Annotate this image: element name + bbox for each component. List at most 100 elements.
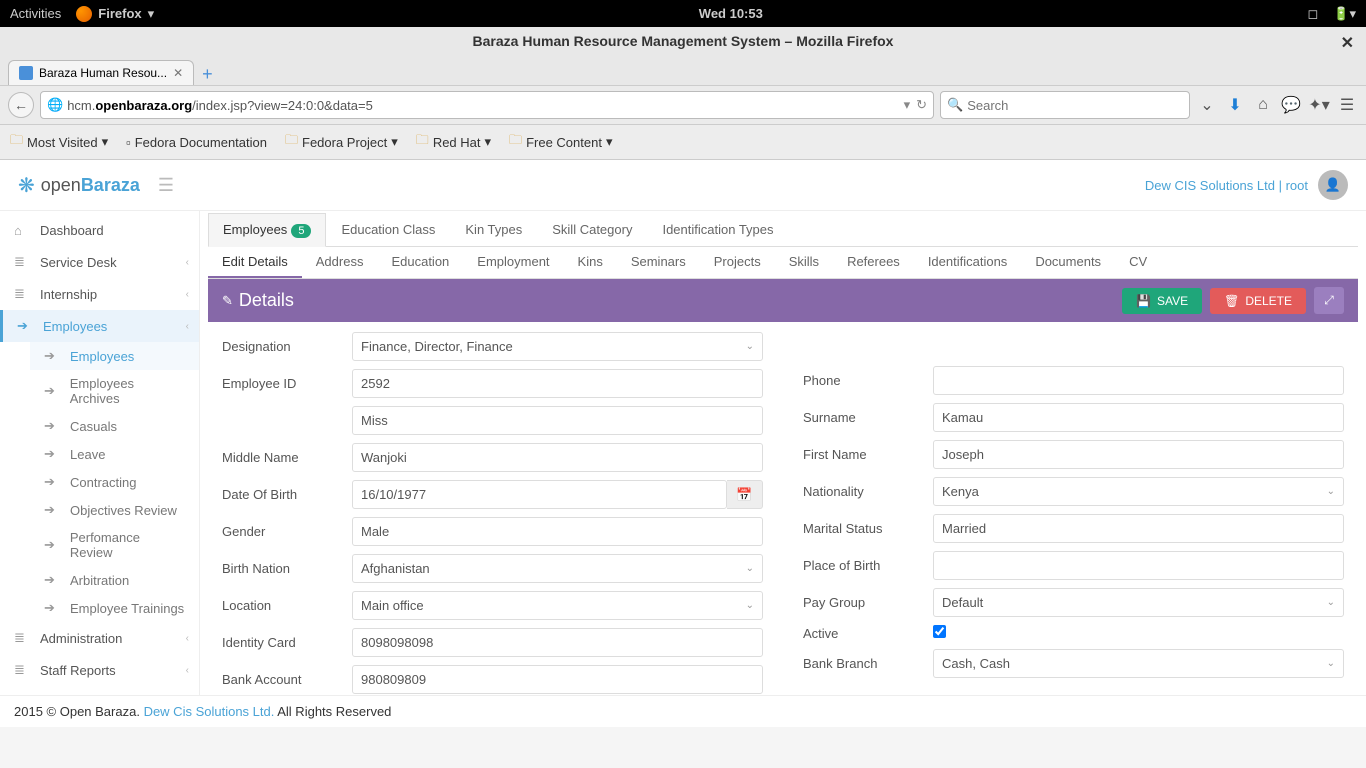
addons-icon[interactable]: ✦▾ bbox=[1308, 95, 1330, 115]
back-button[interactable]: ← bbox=[8, 92, 34, 118]
birth-nation-select[interactable]: Afghanistan⌄ bbox=[352, 554, 763, 583]
sidebar-sub-objectives[interactable]: ➔Objectives Review bbox=[30, 496, 199, 524]
sidebar-sub-contracting[interactable]: ➔Contracting bbox=[30, 468, 199, 496]
bookmark-most-visited[interactable]: 🗀Most Visited▾ bbox=[10, 131, 108, 153]
new-tab-button[interactable]: + bbox=[202, 64, 213, 85]
pocket-icon[interactable]: ⌄ bbox=[1196, 95, 1218, 115]
subtab-skills[interactable]: Skills bbox=[775, 247, 833, 278]
active-checkbox[interactable] bbox=[933, 625, 946, 638]
trash-icon: 🗑 bbox=[1224, 294, 1239, 308]
subtab-edit-details[interactable]: Edit Details bbox=[208, 247, 302, 278]
downloads-icon[interactable]: ⬇ bbox=[1224, 95, 1246, 115]
subtab-projects[interactable]: Projects bbox=[700, 247, 775, 278]
sidebar-sub-arbitration[interactable]: ➔Arbitration bbox=[30, 566, 199, 594]
save-button[interactable]: 💾SAVE bbox=[1122, 288, 1202, 314]
form-area: DesignationFinance, Director, Finance⌄ E… bbox=[208, 322, 1358, 695]
url-bar[interactable]: 🌐 hcm.openbaraza.org/index.jsp?view=24:0… bbox=[40, 91, 934, 119]
sidebar-item-internship[interactable]: ≣Internship‹ bbox=[0, 278, 199, 310]
sidebar-item-service-desk[interactable]: ≣Service Desk‹ bbox=[0, 246, 199, 278]
clock[interactable]: Wed 10:53 bbox=[154, 6, 1307, 21]
first-name-input[interactable] bbox=[933, 440, 1344, 469]
sidebar-item-dashboard[interactable]: ⌂Dashboard bbox=[0, 215, 199, 246]
sidebar-item-reports[interactable]: ≣Reports‹ bbox=[0, 686, 199, 695]
pob-input[interactable] bbox=[933, 551, 1344, 580]
app-menu[interactable]: Firefox bbox=[98, 6, 141, 21]
footer-link[interactable]: Dew Cis Solutions Ltd. bbox=[144, 704, 275, 719]
dropdown-icon[interactable]: ▾ bbox=[904, 97, 911, 113]
delete-button[interactable]: 🗑DELETE bbox=[1210, 288, 1306, 314]
subtab-identifications[interactable]: Identifications bbox=[914, 247, 1022, 278]
globe-icon: 🌐 bbox=[47, 97, 63, 113]
reload-icon[interactable]: ↻ bbox=[916, 97, 927, 113]
tab-education-class[interactable]: Education Class bbox=[326, 213, 450, 246]
bank-branch-select[interactable]: Cash, Cash⌄ bbox=[933, 649, 1344, 678]
subtab-cv[interactable]: CV bbox=[1115, 247, 1161, 278]
subtab-referees[interactable]: Referees bbox=[833, 247, 914, 278]
browser-tab[interactable]: Baraza Human Resou... ✕ bbox=[8, 60, 194, 85]
window-title: Baraza Human Resource Management System … bbox=[473, 33, 894, 49]
search-input[interactable] bbox=[967, 98, 1183, 113]
employee-id-input[interactable] bbox=[352, 369, 763, 398]
label-employee-id: Employee ID bbox=[222, 376, 352, 391]
sidebar-sub-casuals[interactable]: ➔Casuals bbox=[30, 412, 199, 440]
sidebar-sub-leave[interactable]: ➔Leave bbox=[30, 440, 199, 468]
chat-icon[interactable]: 💬 bbox=[1280, 95, 1302, 115]
subtab-education[interactable]: Education bbox=[377, 247, 463, 278]
home-icon[interactable]: ⌂ bbox=[1252, 96, 1274, 114]
subtab-employment[interactable]: Employment bbox=[463, 247, 563, 278]
avatar[interactable]: 👤 bbox=[1318, 170, 1348, 200]
sidebar-sub-trainings[interactable]: ➔Employee Trainings bbox=[30, 594, 199, 622]
designation-select[interactable]: Finance, Director, Finance⌄ bbox=[352, 332, 763, 361]
nationality-select[interactable]: Kenya⌄ bbox=[933, 477, 1344, 506]
bank-account-input[interactable] bbox=[352, 665, 763, 694]
gender-select[interactable]: Male bbox=[352, 517, 763, 546]
system-menu[interactable]: 🔋▾ bbox=[1333, 6, 1356, 22]
subtab-address[interactable]: Address bbox=[302, 247, 378, 278]
logo[interactable]: ❋ openBaraza bbox=[18, 173, 140, 198]
sidebar-item-administration[interactable]: ≣Administration‹ bbox=[0, 622, 199, 654]
user-area[interactable]: Dew CIS Solutions Ltd | root 👤 bbox=[1145, 170, 1348, 200]
sidebar-item-staff-reports[interactable]: ≣Staff Reports‹ bbox=[0, 654, 199, 686]
window-close[interactable]: ✕ bbox=[1341, 33, 1354, 53]
marital-select[interactable]: Married bbox=[933, 514, 1344, 543]
location-select[interactable]: Main office⌄ bbox=[352, 591, 763, 620]
bookmark-free-content[interactable]: 🗀Free Content▾ bbox=[509, 131, 612, 153]
bookmark-fedora-docs[interactable]: ▫Fedora Documentation bbox=[126, 135, 267, 150]
folder-icon: 🗀 bbox=[416, 131, 429, 153]
subtab-documents[interactable]: Documents bbox=[1021, 247, 1115, 278]
tab-kin-types[interactable]: Kin Types bbox=[450, 213, 537, 246]
tab-skill-category[interactable]: Skill Category bbox=[537, 213, 647, 246]
dob-input[interactable] bbox=[352, 480, 727, 509]
bookmark-red-hat[interactable]: 🗀Red Hat▾ bbox=[416, 131, 491, 153]
sidebar-item-employees[interactable]: ➔Employees‹ bbox=[0, 310, 199, 342]
middle-name-input[interactable] bbox=[352, 443, 763, 472]
arrow-icon: ➔ bbox=[44, 600, 60, 616]
calendar-button[interactable]: 📅 bbox=[727, 480, 763, 509]
phone-input[interactable] bbox=[933, 366, 1344, 395]
subtab-kins[interactable]: Kins bbox=[564, 247, 617, 278]
pay-group-select[interactable]: Default⌄ bbox=[933, 588, 1344, 617]
sidebar-toggle[interactable]: ☰ bbox=[158, 175, 174, 196]
arrow-icon: ➔ bbox=[44, 446, 60, 462]
sidebar-sub-employees[interactable]: ➔Employees bbox=[30, 342, 199, 370]
activities[interactable]: Activities bbox=[10, 6, 61, 21]
bookmark-fedora-project[interactable]: 🗀Fedora Project▾ bbox=[285, 131, 398, 153]
surname-input[interactable] bbox=[933, 403, 1344, 432]
search-bar[interactable]: 🔍 bbox=[940, 91, 1190, 119]
menu-icon[interactable]: ☰ bbox=[1336, 95, 1358, 115]
label-gender: Gender bbox=[222, 524, 352, 539]
subtab-seminars[interactable]: Seminars bbox=[617, 247, 700, 278]
label-phone: Phone bbox=[803, 373, 933, 388]
arrow-icon: ➔ bbox=[44, 502, 60, 518]
favicon bbox=[19, 66, 33, 80]
tab-employees[interactable]: Employees5 bbox=[208, 213, 326, 247]
window-icon[interactable]: ◻ bbox=[1307, 6, 1318, 22]
sidebar-sub-performance[interactable]: ➔Perfomance Review bbox=[30, 524, 199, 566]
search-icon: 🔍 bbox=[947, 97, 963, 113]
sidebar-sub-archives[interactable]: ➔Employees Archives bbox=[30, 370, 199, 412]
title-select[interactable]: Miss bbox=[352, 406, 763, 435]
tab-identification-types[interactable]: Identification Types bbox=[647, 213, 788, 246]
expand-button[interactable]: ⤢ bbox=[1314, 287, 1344, 314]
identity-card-input[interactable] bbox=[352, 628, 763, 657]
tab-close[interactable]: ✕ bbox=[173, 66, 183, 80]
